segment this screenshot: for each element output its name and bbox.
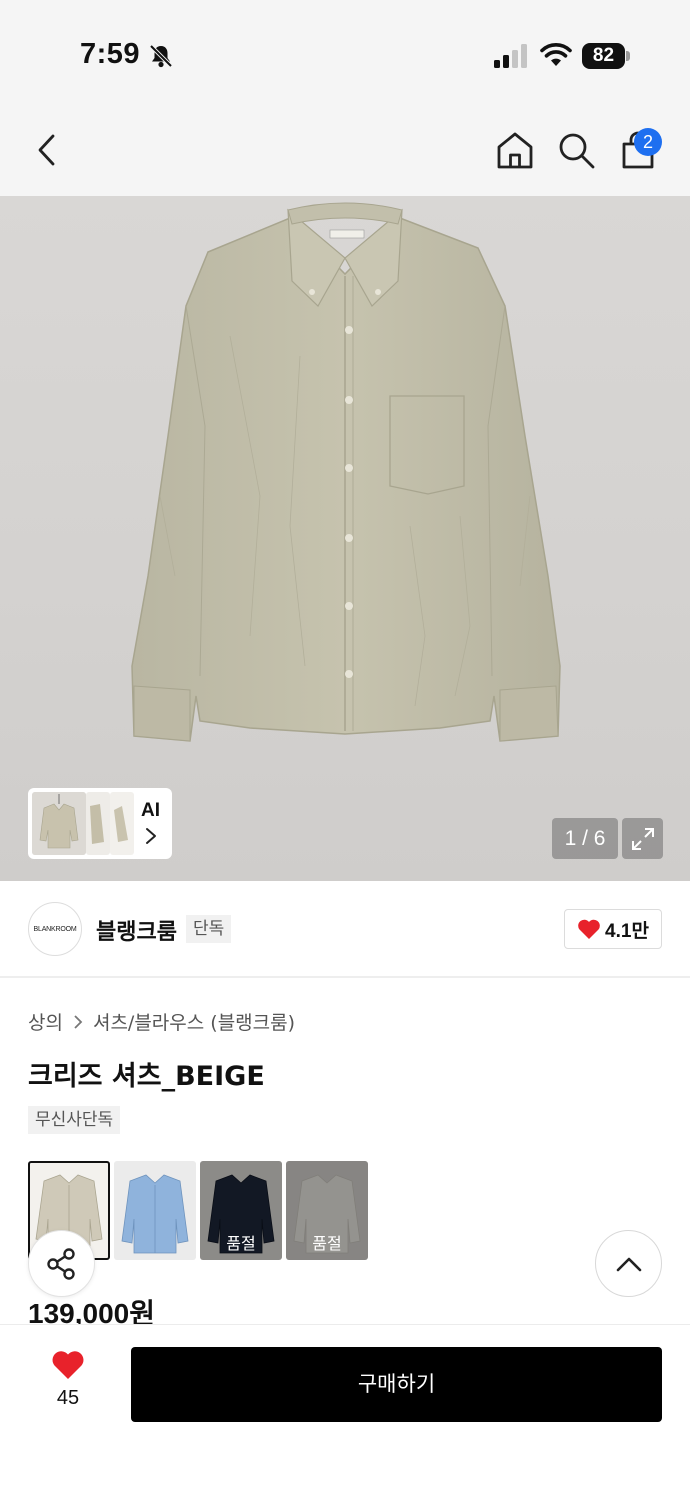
color-swatch-navy[interactable]: 품절 — [200, 1161, 282, 1260]
search-icon — [559, 133, 595, 169]
breadcrumb-category[interactable]: 상의 — [28, 1008, 63, 1035]
breadcrumb: 상의 셔츠/블라우스 (블랭크룸) — [28, 1008, 295, 1035]
breadcrumb-subcategory[interactable]: 셔츠/블라우스 (블랭크룸) — [93, 1008, 295, 1035]
color-swatch-blue[interactable] — [114, 1161, 196, 1260]
home-button[interactable] — [492, 127, 538, 173]
status-bar: 7:59 82 — [0, 0, 690, 105]
brand-exclusive-tag: 단독 — [186, 915, 232, 943]
share-icon — [46, 1247, 75, 1280]
ai-thumbnail-main — [32, 792, 86, 855]
sold-out-label: 품절 — [312, 1234, 342, 1253]
brand-logo[interactable]: BLANKROOM — [28, 902, 82, 956]
chevron-left-icon — [38, 134, 55, 166]
share-button[interactable] — [28, 1230, 95, 1297]
cart-count-badge: 2 — [634, 128, 662, 156]
battery-indicator: 82 — [582, 43, 630, 69]
bell-slash-icon — [149, 44, 173, 68]
ai-styling-card[interactable]: AI — [28, 788, 172, 859]
musinsa-exclusive-tag: 무신사단독 — [28, 1106, 121, 1134]
product-photo-shirt — [131, 202, 561, 742]
image-page-counter: 1 / 6 — [552, 818, 618, 859]
expand-image-button[interactable] — [622, 818, 663, 859]
battery-percent: 82 — [592, 45, 615, 66]
heart-icon[interactable] — [51, 1349, 85, 1380]
brand-row: BLANKROOM 블랭크룸 단독 4.1만 — [0, 881, 690, 978]
ai-label: AI — [141, 800, 160, 821]
ai-thumbnail-shirt-side — [90, 804, 104, 844]
chevron-right-icon — [146, 828, 156, 844]
color-swatch-ivory[interactable]: 품절 — [286, 1161, 368, 1260]
top-nav-bar — [0, 105, 690, 196]
ai-thumbnail-shirt-back — [114, 806, 128, 842]
ai-thumbnail-3 — [110, 792, 134, 855]
brand-name[interactable]: 블랭크룸 — [96, 914, 177, 946]
status-time: 7:59 — [80, 38, 141, 70]
sold-out-label: 품절 — [226, 1234, 256, 1253]
ai-thumbnail-2 — [86, 792, 110, 855]
home-icon — [497, 132, 533, 169]
brand-like-count: 4.1만 — [605, 920, 649, 942]
heart-icon — [578, 919, 600, 939]
wifi-icon — [540, 43, 572, 66]
chevron-right-icon — [74, 1014, 83, 1029]
cellular-signal-icon — [494, 44, 527, 68]
chevron-up-icon — [616, 1257, 641, 1271]
product-title: 크리즈 셔츠_BEIGE — [28, 1061, 265, 1092]
swatch-shirt-image — [121, 1174, 189, 1254]
buy-button[interactable]: 구매하기 — [131, 1347, 662, 1422]
bottom-action-bar: 45 구매하기 — [0, 1324, 690, 1500]
product-image-gallery[interactable]: AI 1 / 6 — [0, 196, 690, 881]
scroll-to-top-button[interactable] — [595, 1230, 662, 1297]
brand-like-button[interactable]: 4.1만 — [564, 909, 662, 949]
wishlist-count: 45 — [56, 1387, 80, 1409]
ai-thumbnail-shirt-image — [32, 792, 86, 855]
battery-tip — [626, 51, 630, 61]
search-button[interactable] — [553, 127, 599, 173]
back-button[interactable] — [24, 127, 70, 173]
expand-icon — [631, 827, 654, 850]
